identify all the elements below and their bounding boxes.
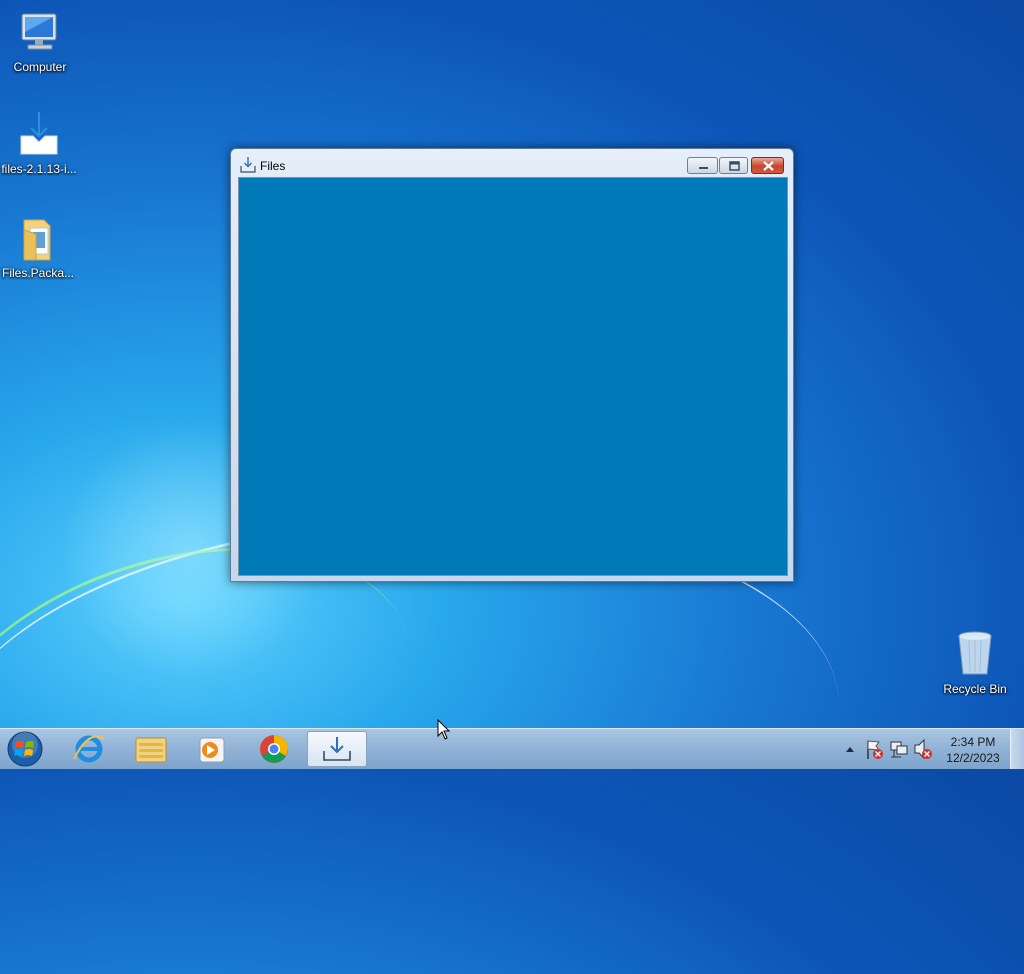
files-window[interactable]: Files (230, 148, 794, 582)
show-desktop-button[interactable] (1010, 729, 1024, 769)
folder-icon (14, 214, 62, 262)
minimize-icon (688, 158, 717, 173)
installer-download-icon (15, 110, 63, 158)
network-button[interactable] (889, 729, 909, 769)
desktop-icon-computer[interactable]: Computer (0, 8, 80, 74)
taskbar-files-app[interactable] (307, 731, 367, 767)
window-title: Files (260, 159, 286, 173)
internet-explorer-icon (60, 735, 118, 771)
desktop-icon-label: Recycle Bin (943, 682, 1007, 696)
desktop-icon-installer[interactable]: files-2.1.13-i... (0, 110, 79, 176)
maximize-icon (720, 158, 747, 173)
taskbar-chrome[interactable] (245, 731, 303, 767)
window-client-area[interactable] (238, 177, 788, 576)
minimize-button[interactable] (687, 157, 718, 174)
volume-button[interactable] (913, 729, 933, 769)
action-center-flag-icon (864, 740, 884, 773)
taskbar-media-player[interactable] (183, 731, 241, 767)
download-icon (240, 157, 256, 173)
network-icon (889, 741, 909, 773)
action-center-button[interactable] (864, 729, 884, 769)
file-explorer-icon (122, 737, 180, 771)
media-player-icon (183, 737, 241, 771)
windows-start-icon (6, 731, 44, 772)
close-icon (752, 158, 783, 173)
show-hidden-icons-button[interactable] (843, 729, 857, 769)
window-titlebar[interactable]: Files (231, 149, 793, 177)
mouse-cursor-icon (437, 718, 451, 741)
chevron-up-icon (843, 747, 857, 773)
clock-time: 2:34 PM (950, 735, 996, 749)
files-app-icon (308, 737, 366, 770)
desktop-icon-label: Files.Packa... (1, 266, 75, 280)
taskbar: 2:34 PM 12/2/2023 (0, 728, 1024, 769)
desktop-icon-folder[interactable]: Files.Packa... (0, 214, 78, 280)
desktop-icon-recycle-bin[interactable]: Recycle Bin (935, 630, 1015, 696)
start-button[interactable] (6, 730, 44, 768)
recycle-bin-icon (951, 630, 999, 678)
taskbar-internet-explorer[interactable] (60, 731, 118, 767)
volume-muted-icon (913, 738, 933, 773)
taskbar-file-explorer[interactable] (122, 731, 180, 767)
desktop-icon-label: files-2.1.13-i... (1, 162, 77, 176)
desktop-icon-label: Computer (13, 60, 67, 74)
computer-icon (16, 8, 64, 56)
close-button[interactable] (751, 157, 784, 174)
maximize-button[interactable] (719, 157, 748, 174)
clock[interactable]: 2:34 PM 12/2/2023 (940, 734, 1006, 766)
clock-date: 12/2/2023 (946, 751, 1000, 765)
chrome-icon (245, 735, 303, 771)
